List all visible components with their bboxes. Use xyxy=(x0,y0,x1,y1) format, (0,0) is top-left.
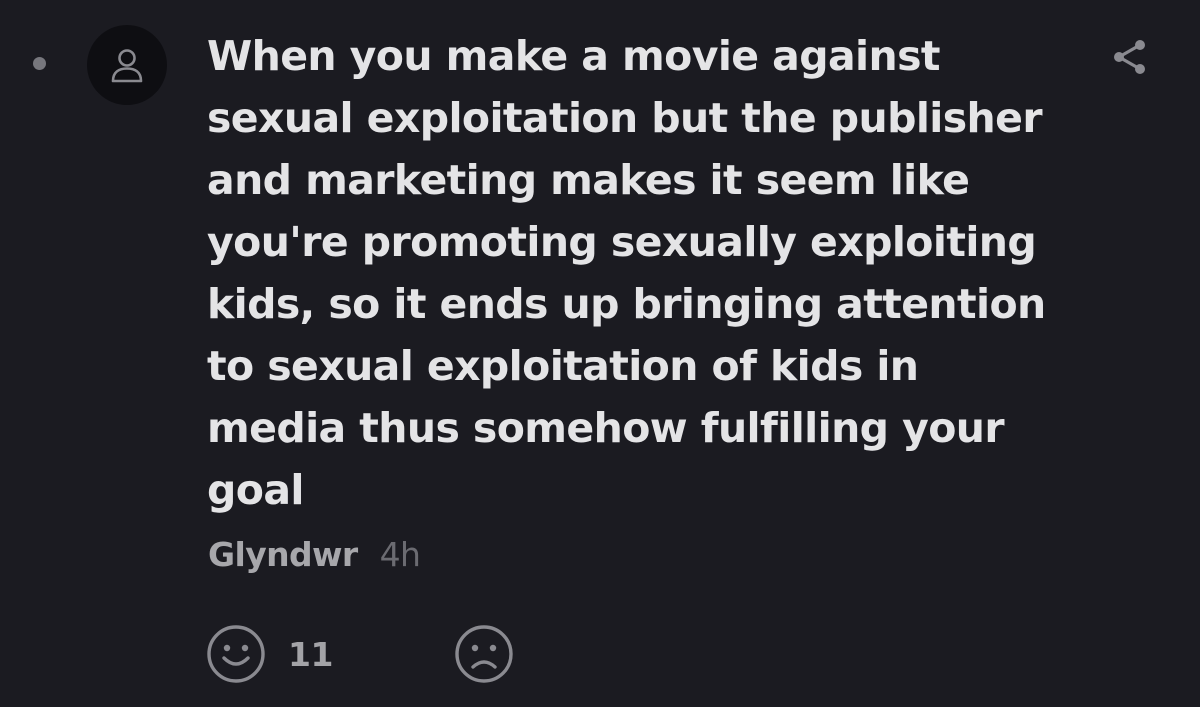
comment-line: When you make a movie against xyxy=(207,32,941,80)
share-button[interactable] xyxy=(1105,32,1155,82)
avatar[interactable] xyxy=(87,25,167,105)
smiley-face-icon xyxy=(207,625,265,683)
comment: When you make a movie against sexual exp… xyxy=(0,0,1200,707)
comment-line: goal xyxy=(207,466,304,514)
comment-line: media thus somehow fulfilling your xyxy=(207,404,1005,452)
thread-indicator-dot xyxy=(33,57,46,70)
frowning-face-icon xyxy=(455,625,513,683)
timestamp: 4h xyxy=(379,535,421,574)
comment-line: kids, so it ends up bringing attention xyxy=(207,280,1046,328)
share-icon xyxy=(1114,40,1145,74)
like-count: 11 xyxy=(288,634,333,674)
comment-line: you're promoting sexually exploiting xyxy=(207,218,1037,266)
user-icon xyxy=(111,49,143,83)
comment-line: and marketing makes it seem like xyxy=(207,156,970,204)
comment-line: to sexual exploitation of kids in xyxy=(207,342,919,390)
comment-body: When you make a movie against sexual exp… xyxy=(207,25,1046,521)
comment-meta: Glyndwr 4h xyxy=(208,533,421,577)
author-name[interactable]: Glyndwr xyxy=(208,535,358,574)
like-reaction-button[interactable]: 11 xyxy=(206,624,333,684)
comment-line: sexual exploitation but the publisher xyxy=(207,94,1043,142)
dislike-reaction-button[interactable] xyxy=(454,624,514,684)
